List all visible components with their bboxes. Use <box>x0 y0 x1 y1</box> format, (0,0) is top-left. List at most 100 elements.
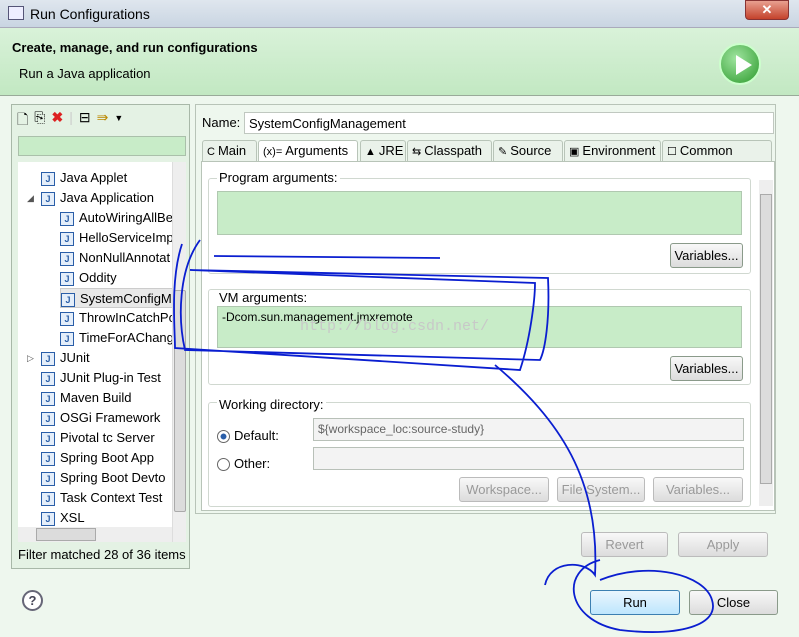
tree-item[interactable]: J TimeForAChang <box>60 328 174 348</box>
tree-item[interactable]: J ThrowInCatchPo <box>60 308 176 328</box>
spring-boot-icon: J <box>41 451 55 466</box>
revert-button[interactable]: Revert <box>581 532 668 557</box>
filter-status: Filter matched 28 of 36 items <box>18 547 186 562</box>
close-window-button[interactable]: ✕ <box>745 0 789 20</box>
tab-label: Main <box>217 143 247 158</box>
duplicate-icon[interactable]: ⎘ <box>34 109 45 133</box>
tab-common[interactable]: ☐ Common <box>662 140 772 162</box>
tree-item-label: TimeForAChang <box>79 330 174 345</box>
tree-item[interactable]: J Spring Boot App <box>41 448 154 468</box>
tab-label: Source <box>510 143 552 158</box>
working-directory-group: Working directory: Default: ${workspace_… <box>208 397 751 507</box>
file-system-button[interactable]: File System... <box>557 477 645 502</box>
java-app-icon: J <box>41 191 55 206</box>
tree-item-label: Spring Boot App <box>60 450 154 465</box>
tree-item[interactable]: ◢ J Java Application <box>27 188 154 208</box>
tab-source[interactable]: ✎ Source <box>493 140 563 162</box>
task-context-icon: J <box>41 491 55 506</box>
tree-item[interactable]: J NonNullAnnotat <box>60 248 170 268</box>
tree-item[interactable]: J Maven Build <box>41 388 132 408</box>
tree-vertical-scrollbar[interactable] <box>172 162 186 542</box>
tab-vertical-scrollbar[interactable] <box>759 180 773 506</box>
tree-item[interactable]: J Pivotal tc Server <box>41 428 155 448</box>
toolbar: 🗋 ⎘ ✖ | ⊟ ⇛ ▼ <box>17 109 123 133</box>
other-dir-field[interactable] <box>313 447 744 470</box>
tab-icon: C <box>207 146 215 158</box>
workdir-label: Working directory: <box>217 397 326 412</box>
help-icon[interactable]: ? <box>22 590 43 611</box>
java-class-icon: J <box>60 271 74 286</box>
tab-environment[interactable]: ▣ Environment <box>564 140 661 162</box>
filter-input[interactable] <box>18 136 186 156</box>
spring-devtools-icon: J <box>41 471 55 486</box>
junit-plugin-icon: J <box>41 371 55 386</box>
tab-icon: ✎ <box>498 146 508 158</box>
run-banner-icon <box>719 43 761 85</box>
workdir-variables-button[interactable]: Variables... <box>653 477 743 502</box>
apply-button[interactable]: Apply <box>678 532 768 557</box>
tab-icon: ▲ <box>365 146 376 158</box>
watermark: http://blog.csdn.net/ <box>300 318 490 335</box>
chevron-down-icon[interactable]: ▼ <box>114 109 123 133</box>
pivotal-icon: J <box>41 431 55 446</box>
tab-label: Arguments <box>285 143 349 158</box>
tab-main[interactable]: C Main <box>202 140 257 162</box>
tab-arguments[interactable]: (x)= Arguments <box>258 140 358 163</box>
tree-item[interactable]: J Oddity <box>60 268 117 288</box>
program-variables-button[interactable]: Variables... <box>670 243 743 268</box>
tree-item[interactable]: J JUnit Plug-in Test <box>41 368 161 388</box>
other-radio[interactable] <box>217 458 230 471</box>
java-class-icon: J <box>60 251 74 266</box>
maven-icon: J <box>41 391 55 406</box>
tree-item[interactable]: J AutoWiringAllBe <box>60 208 173 228</box>
tree-item[interactable]: J HelloServiceImp <box>60 228 174 248</box>
tree-item-label: SystemConfigM <box>80 291 172 306</box>
default-radio[interactable] <box>217 430 230 443</box>
default-label: Default: <box>234 428 279 443</box>
tab-content: Program arguments: Variables... VM argum… <box>201 161 775 511</box>
header-subtitle: Run a Java application <box>19 66 151 81</box>
collapse-all-icon[interactable]: ⊟ <box>79 109 91 133</box>
tree-item-label: JUnit Plug-in Test <box>60 370 161 385</box>
tree-item-label: NonNullAnnotat <box>79 250 171 265</box>
collapsed-arrow-icon[interactable]: ▷ <box>27 348 34 368</box>
vm-variables-button[interactable]: Variables... <box>670 356 743 381</box>
config-list-panel: 🗋 ⎘ ✖ | ⊟ ⇛ ▼ J Java Applet ◢ J Java Applica… <box>11 104 190 569</box>
java-class-icon: J <box>60 231 74 246</box>
tree-item[interactable]: J XSL <box>41 508 85 528</box>
tree-item[interactable]: J Java Applet <box>41 168 127 188</box>
new-config-icon[interactable]: 🗋 <box>17 109 28 133</box>
tree-item[interactable]: J SystemConfigM <box>60 288 180 308</box>
delete-icon[interactable]: ✖ <box>51 109 63 133</box>
tree-item-label: ThrowInCatchPo <box>79 310 176 325</box>
tab-icon: ▣ <box>569 146 580 158</box>
tree-item[interactable]: J OSGi Framework <box>41 408 160 428</box>
tree-item-label: OSGi Framework <box>60 410 161 425</box>
xsl-icon: J <box>41 511 55 526</box>
tree-item-label: Java Applet <box>60 170 128 185</box>
close-button[interactable]: Close <box>689 590 778 615</box>
other-label: Other: <box>234 456 271 471</box>
header-title: Create, manage, and run configurations <box>12 40 258 55</box>
tree-item-label: XSL <box>60 510 85 525</box>
name-input[interactable] <box>244 112 774 134</box>
program-args-input[interactable] <box>217 191 742 235</box>
tab-jre[interactable]: ▲ JRE <box>360 140 406 162</box>
tree-item-label: Task Context Test <box>60 490 163 505</box>
workspace-button[interactable]: Workspace... <box>459 477 549 502</box>
junit-icon: J <box>41 351 55 366</box>
expanded-arrow-icon[interactable]: ◢ <box>27 188 34 208</box>
vm-args-group: VM arguments: -Dcom.sun.management.jmxre… <box>208 289 751 385</box>
default-dir-field: ${workspace_loc:source-study} <box>313 418 744 441</box>
filter-icon[interactable]: ⇛ <box>97 109 109 133</box>
tree-item[interactable]: J Task Context Test <box>41 488 162 508</box>
tree-horizontal-scrollbar[interactable] <box>18 527 172 542</box>
tree-item[interactable]: J Spring Boot Devto <box>41 468 166 488</box>
window-title: Run Configurations <box>30 6 150 22</box>
window-icon <box>8 6 24 20</box>
run-button[interactable]: Run <box>590 590 680 615</box>
tree-item-label: Spring Boot Devto <box>60 470 166 485</box>
tab-classpath[interactable]: ⇆ Classpath <box>407 140 492 162</box>
vm-args-label: VM arguments: <box>217 290 310 305</box>
tree-item[interactable]: ▷ J JUnit <box>27 348 90 368</box>
